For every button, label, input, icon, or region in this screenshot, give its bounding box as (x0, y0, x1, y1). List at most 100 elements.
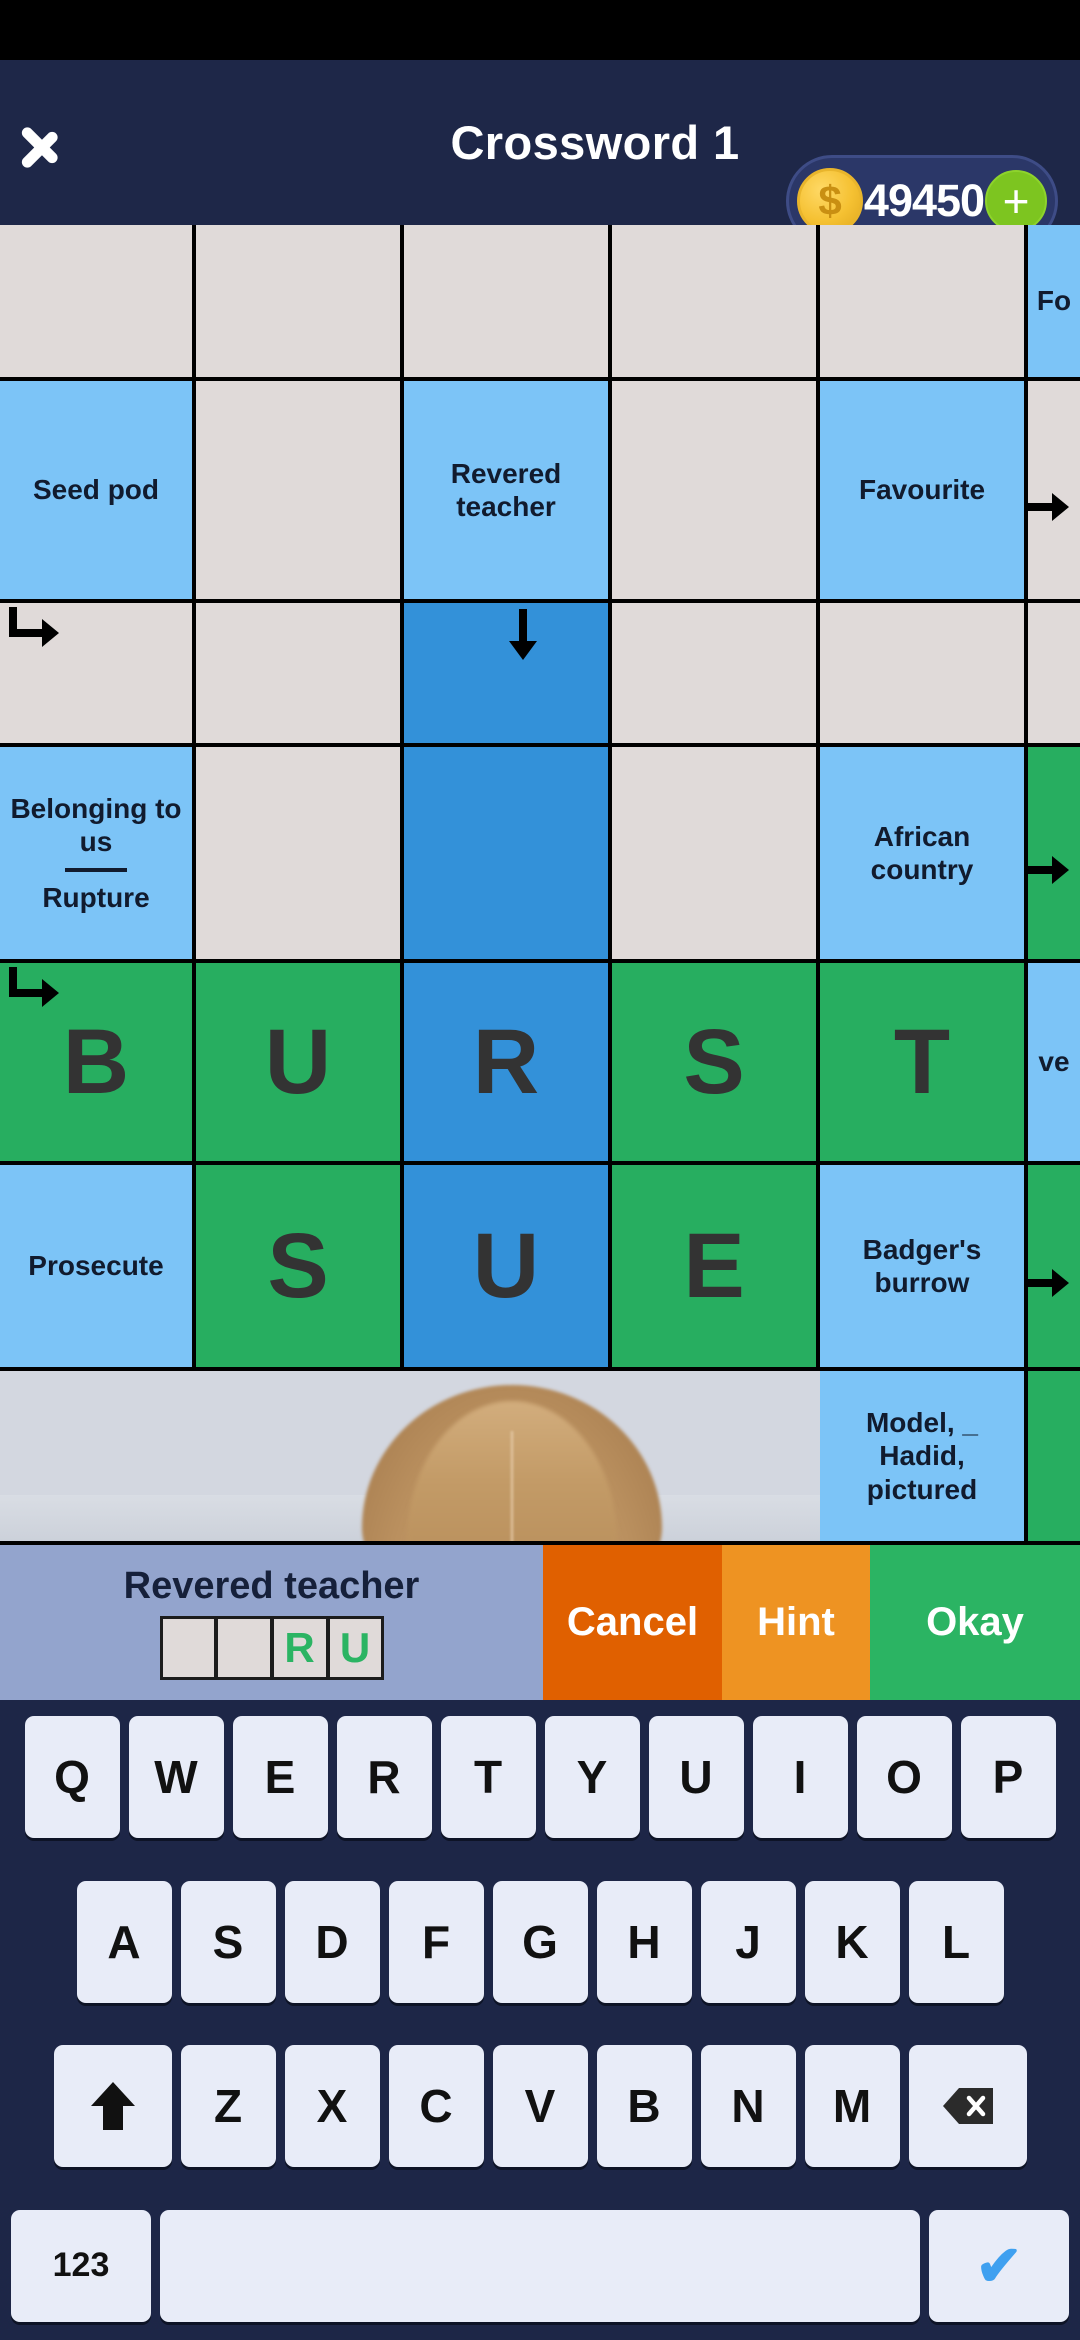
answer-box-2[interactable] (215, 1616, 272, 1680)
grid-empty-cell[interactable] (1028, 1371, 1080, 1545)
grid-empty-cell[interactable] (612, 603, 820, 747)
coin-count: 49450 (863, 175, 985, 226)
key-v[interactable]: V (492, 2045, 588, 2168)
grid-empty-cell[interactable] (612, 747, 820, 963)
key-g[interactable]: G (492, 1880, 588, 2003)
backspace-key[interactable] (908, 2045, 1027, 2168)
answer-box-3[interactable]: R (271, 1616, 328, 1680)
grid-empty-cell[interactable] (404, 225, 612, 381)
clue-label: Badger's burrow (862, 1233, 982, 1298)
key-r[interactable]: R (336, 1716, 432, 1838)
grid-clue-cell[interactable]: Prosecute (0, 1165, 196, 1371)
grid-empty-cell[interactable] (196, 381, 404, 603)
grid-letter: R (472, 1011, 540, 1113)
grid-empty-cell[interactable] (196, 747, 404, 963)
numbers-key[interactable]: 123 (11, 2209, 151, 2322)
clue-label: Prosecute (28, 1250, 164, 1282)
grid-empty-cell[interactable] (1028, 747, 1080, 963)
key-f[interactable]: F (388, 1880, 484, 2003)
cancel-button[interactable]: Cancel (543, 1545, 722, 1700)
grid-empty-cell[interactable] (1028, 381, 1080, 603)
clue-label: African country (870, 820, 974, 885)
grid-clue-cell[interactable]: ve (1028, 963, 1080, 1165)
grid-letter: E (683, 1215, 745, 1317)
grid-selected-letter-cell[interactable]: R (404, 963, 612, 1165)
grid-clue-cell[interactable]: Belonging to us Rupture (0, 747, 196, 963)
key-d[interactable]: D (284, 1880, 380, 2003)
keyboard-row-2: ASDFGHJKL (4, 1880, 1076, 2003)
hint-button[interactable]: Hint (722, 1545, 870, 1700)
key-l[interactable]: L (908, 1880, 1004, 2003)
key-y[interactable]: Y (544, 1716, 640, 1838)
key-s[interactable]: S (180, 1880, 276, 2003)
answer-box-4[interactable]: U (327, 1616, 384, 1680)
crossword-grid-container[interactable]: Fo Seed pod Revered teacher Favourite Belong… (0, 225, 1080, 1545)
key-q[interactable]: Q (24, 1716, 120, 1838)
grid-empty-cell[interactable] (196, 225, 404, 381)
key-e[interactable]: E (232, 1716, 328, 1838)
key-i[interactable]: I (752, 1716, 848, 1838)
grid-letter: T (893, 1011, 951, 1113)
checkmark-icon: ✔ (975, 2233, 1023, 2297)
grid-clue-cell[interactable]: Revered teacher (404, 381, 612, 603)
key-b[interactable]: B (596, 2045, 692, 2168)
key-o[interactable]: O (856, 1716, 952, 1838)
answer-letter-boxes[interactable]: RU (159, 1616, 384, 1680)
grid-clue-cell[interactable]: Fo (1028, 225, 1080, 381)
grid-letter-cell[interactable]: T (820, 963, 1028, 1165)
key-h[interactable]: H (596, 1880, 692, 2003)
answer-box-1[interactable] (159, 1616, 216, 1680)
grid-letter-cell[interactable]: S (612, 963, 820, 1165)
grid-letter-cell[interactable]: S (196, 1165, 404, 1371)
key-p[interactable]: P (960, 1716, 1056, 1838)
grid-empty-cell[interactable] (612, 225, 820, 381)
grid-empty-cell[interactable] (0, 603, 196, 747)
grid-clue-cell[interactable]: Badger's burrow (820, 1165, 1028, 1371)
grid-clue-cell[interactable]: Seed pod (0, 381, 196, 603)
okay-button[interactable]: Okay (870, 1545, 1080, 1700)
crossword-grid[interactable]: Fo Seed pod Revered teacher Favourite Belong… (0, 225, 1080, 1545)
status-bar (0, 0, 1080, 60)
grid-letter-cell[interactable]: U (196, 963, 404, 1165)
grid-clue-cell[interactable]: African country (820, 747, 1028, 963)
add-coins-button[interactable]: + (985, 170, 1047, 232)
arrow-elbow-down-right-icon (9, 607, 59, 647)
key-z[interactable]: Z (180, 2045, 276, 2168)
shift-up-arrow-icon (90, 2082, 135, 2131)
grid-selected-cell[interactable] (404, 603, 612, 747)
key-t[interactable]: T (440, 1716, 536, 1838)
grid-letter-cell[interactable]: E (612, 1165, 820, 1371)
grid-empty-cell[interactable] (1028, 1165, 1080, 1371)
grid-letter: U (472, 1215, 540, 1317)
grid-empty-cell[interactable] (820, 603, 1028, 747)
key-x[interactable]: X (284, 2045, 380, 2168)
key-u[interactable]: U (648, 1716, 744, 1838)
grid-empty-cell[interactable] (820, 225, 1028, 381)
key-c[interactable]: C (388, 2045, 484, 2168)
key-n[interactable]: N (700, 2045, 796, 2168)
on-screen-keyboard[interactable]: QWERTYUIOP ASDFGHJKL ZXCVBNM 123 ✔ (0, 1700, 1080, 2340)
key-a[interactable]: A (76, 1880, 172, 2003)
app-root: Crossword 1 $ 49450 + Fo Seed pod Revered … (0, 0, 1080, 2340)
keyboard-row-1: QWERTYUIOP (4, 1716, 1076, 1838)
clue-label: ve (1038, 1046, 1070, 1078)
grid-clue-cell[interactable]: Favourite (820, 381, 1028, 603)
grid-empty-cell[interactable] (1028, 603, 1080, 747)
grid-empty-cell[interactable] (196, 603, 404, 747)
clue-label: Fo (1036, 285, 1072, 317)
grid-selected-letter-cell[interactable]: U (404, 1165, 612, 1371)
grid-clue-cell[interactable]: Model, _ Hadid, pictured (820, 1371, 1028, 1545)
key-m[interactable]: M (804, 2045, 900, 2168)
key-j[interactable]: J (700, 1880, 796, 2003)
grid-empty-cell[interactable] (612, 381, 820, 603)
grid-letter-cell[interactable]: B (0, 963, 196, 1165)
key-k[interactable]: K (804, 1880, 900, 2003)
space-key[interactable] (160, 2209, 920, 2322)
clue-label: Seed pod (32, 474, 159, 506)
grid-empty-cell[interactable] (0, 225, 196, 381)
answer-bar: Revered teacher RU Cancel Hint Okay (0, 1545, 1080, 1700)
key-w[interactable]: W (128, 1716, 224, 1838)
grid-selected-cell[interactable] (404, 747, 612, 963)
shift-key[interactable] (53, 2045, 172, 2168)
enter-key[interactable]: ✔ (929, 2209, 1069, 2322)
